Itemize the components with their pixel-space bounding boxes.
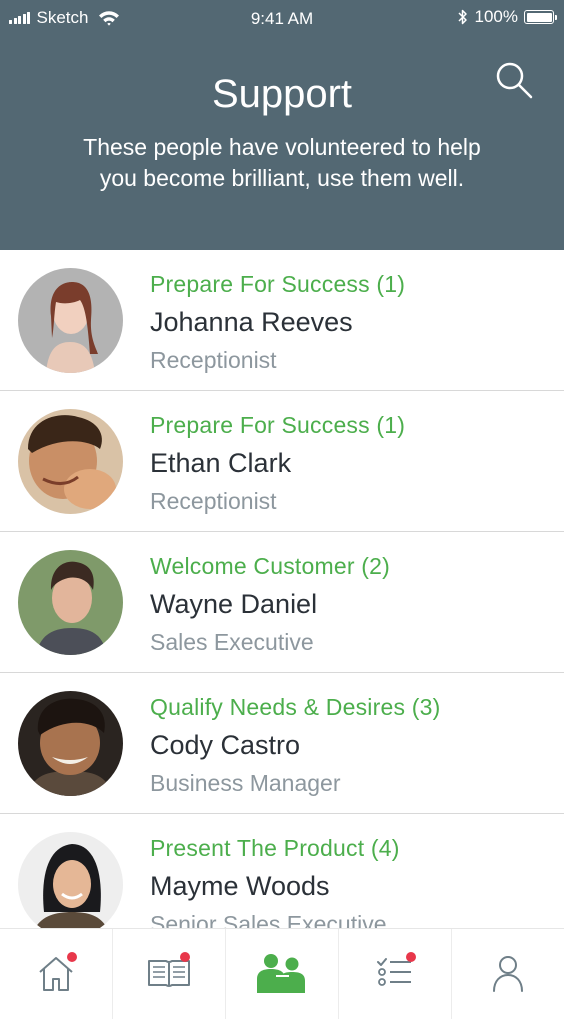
tab-library[interactable] bbox=[113, 929, 226, 1019]
bottom-tab-bar bbox=[0, 928, 564, 1019]
status-bar: Sketch 9:41 AM 100% bbox=[0, 0, 564, 34]
tab-profile[interactable] bbox=[452, 929, 564, 1019]
list-item[interactable]: Welcome Customer (2) Wayne Daniel Sales … bbox=[0, 532, 564, 673]
notification-badge bbox=[180, 952, 190, 962]
profile-icon bbox=[493, 956, 523, 992]
person-name: Cody Castro bbox=[150, 730, 301, 760]
tab-support[interactable] bbox=[226, 929, 339, 1019]
person-role: Senior Sales Executive bbox=[150, 911, 387, 928]
person-name: Johanna Reeves bbox=[150, 307, 353, 337]
notification-badge bbox=[67, 952, 77, 962]
status-right: 100% bbox=[457, 7, 557, 27]
avatar bbox=[18, 832, 123, 928]
tab-tasks[interactable] bbox=[339, 929, 452, 1019]
person-name: Wayne Daniel bbox=[150, 589, 318, 619]
course-label: Welcome Customer (2) bbox=[150, 553, 391, 579]
subtitle-line-2: you become brilliant, use them well. bbox=[99, 165, 465, 191]
people-icon bbox=[257, 954, 305, 993]
list-item[interactable]: Prepare For Success (1) Ethan Clark Rece… bbox=[0, 391, 564, 532]
list-item[interactable]: Prepare For Success (1) Johanna Reeves R… bbox=[0, 250, 564, 391]
tab-home[interactable] bbox=[0, 929, 113, 1019]
person-role: Receptionist bbox=[150, 488, 277, 514]
search-button[interactable] bbox=[492, 58, 536, 102]
person-name: Ethan Clark bbox=[150, 448, 292, 478]
avatar bbox=[18, 550, 123, 655]
subtitle-line-1: These people have volunteered to help bbox=[83, 134, 481, 160]
header: Support These people have volunteered to… bbox=[0, 34, 564, 250]
person-role: Receptionist bbox=[150, 347, 277, 373]
support-people-list[interactable]: Prepare For Success (1) Johanna Reeves R… bbox=[0, 250, 564, 928]
battery-percent: 100% bbox=[474, 7, 518, 26]
header-subtitle: These people have volunteered to help yo… bbox=[60, 132, 504, 194]
person-role: Sales Executive bbox=[150, 629, 314, 655]
notification-badge bbox=[406, 952, 416, 962]
avatar bbox=[18, 268, 123, 373]
bluetooth-icon bbox=[457, 9, 467, 25]
course-label: Present The Product (4) bbox=[150, 835, 400, 861]
course-label: Qualify Needs & Desires (3) bbox=[150, 694, 441, 720]
avatar bbox=[18, 409, 123, 514]
person-role: Business Manager bbox=[150, 770, 341, 796]
course-label: Prepare For Success (1) bbox=[150, 412, 406, 438]
page-title: Support bbox=[211, 72, 353, 116]
person-name: Mayme Woods bbox=[150, 871, 330, 901]
course-label: Prepare For Success (1) bbox=[150, 271, 406, 297]
list-item[interactable]: Present The Product (4) Mayme Woods Seni… bbox=[0, 814, 564, 928]
avatar bbox=[18, 691, 123, 796]
list-item[interactable]: Qualify Needs & Desires (3) Cody Castro … bbox=[0, 673, 564, 814]
battery-icon bbox=[524, 10, 557, 24]
search-icon bbox=[496, 62, 533, 99]
